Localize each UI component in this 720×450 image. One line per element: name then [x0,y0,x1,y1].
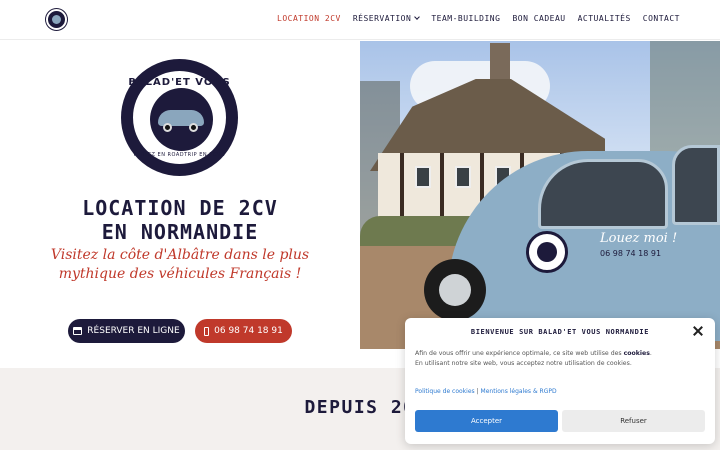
nav-item-actualites[interactable]: ACTUALITÉS [578,14,631,23]
nav-item-team-building[interactable]: TEAM-BUILDING [431,14,500,23]
cookie-policy-link[interactable]: Politique de cookies [415,388,475,395]
main-nav: LOCATION 2CV RÉSERVATION TEAM-BUILDING B… [265,14,680,23]
phone-call-button[interactable]: 06 98 74 18 91 [195,319,292,343]
car-phone-number: 06 98 74 18 91 [600,249,662,258]
calendar-icon [73,327,83,335]
nav-item-bon-cadeau[interactable]: BON CADEAU [512,14,565,23]
hero-subtitle: Visitez la côte d'Albâtre dans le plus m… [50,247,310,282]
phone-icon [204,326,210,336]
refuse-cookies-button[interactable]: Refuser [562,410,705,432]
chevron-down-icon [414,14,421,20]
brand-logo-icon[interactable] [46,9,67,30]
cookie-consent-dialog: BIENVENUE SUR BALAD'ET VOUS NORMANDIE Af… [405,318,715,444]
nav-item-contact[interactable]: CONTACT [643,14,680,23]
cookie-links: Politique de cookies | Mentions légales … [415,388,557,395]
car-slogan: Louez moi ! [600,231,678,246]
legal-notice-link[interactable]: Mentions légales & RGPD [481,388,557,395]
hero-title: LOCATION DE 2CV EN NORMANDIE [82,196,278,244]
badge-bottom-text: PARTEZ EN ROADTRIP EN 2CV ! [133,152,226,158]
reserve-online-button[interactable]: RÉSERVER EN LIGNE [68,319,185,343]
cookie-message: Afin de vous offrir une expérience optim… [415,350,652,367]
brand-badge-logo: BALAD'ET VOUS PARTEZ EN ROADTRIP EN 2CV … [121,59,238,176]
close-icon[interactable] [693,326,703,336]
nav-item-reservation[interactable]: RÉSERVATION [353,14,421,23]
hero-photo-2cv-normandy: Louez moi ! 06 98 74 18 91 [360,41,720,349]
accept-cookies-button[interactable]: Accepter [415,410,558,432]
badge-top-text: BALAD'ET VOUS [128,77,231,88]
nav-item-location-2cv[interactable]: LOCATION 2CV [277,14,341,23]
site-header: LOCATION 2CV RÉSERVATION TEAM-BUILDING B… [0,0,720,40]
hero-text-panel: BALAD'ET VOUS PARTEZ EN ROADTRIP EN 2CV … [0,41,360,368]
cookie-title: BIENVENUE SUR BALAD'ET VOUS NORMANDIE [470,328,650,336]
